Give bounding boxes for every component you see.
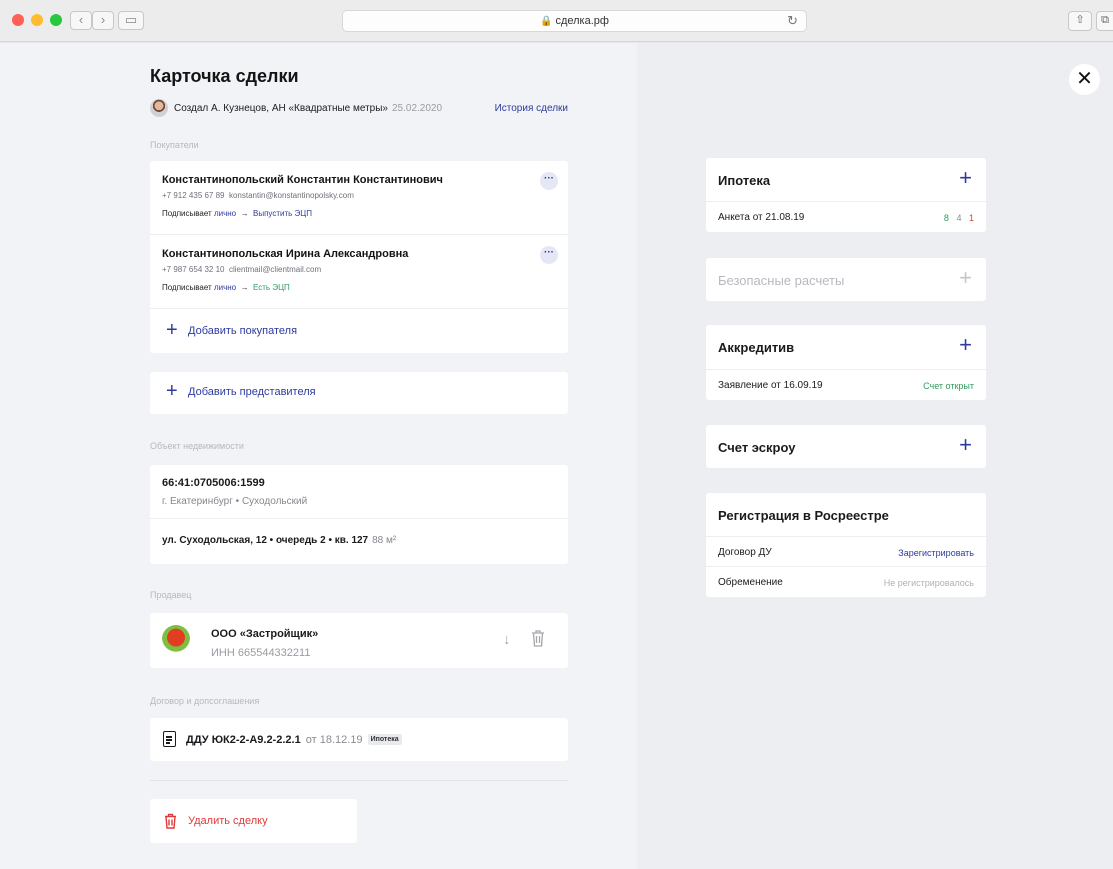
divider: [150, 780, 568, 781]
sidebar-icon[interactable]: ▭: [118, 11, 144, 30]
seller-inn: ИНН 665544332211: [211, 647, 311, 659]
more-options-icon[interactable]: ···: [540, 172, 558, 190]
url-text: сделка.рф: [555, 15, 609, 27]
registration-row-label: Договор ДУ: [718, 547, 772, 558]
share-icon[interactable]: ⇧: [1068, 11, 1092, 31]
seller-name: ООО «Застройщик»: [211, 628, 319, 640]
application-label: Заявление от 16.09.19: [718, 380, 823, 391]
address-bar[interactable]: 🔒 сделка.рф ↻: [342, 10, 807, 32]
arrow-down-icon[interactable]: ↓: [503, 631, 511, 648]
escrow-title: Счет эскроу: [718, 440, 796, 455]
count-pending: 4: [956, 213, 962, 223]
buyer-item: Константинопольская Ирина Александровна …: [150, 235, 568, 309]
zoom-window-dot[interactable]: [50, 14, 62, 26]
add-mortgage-icon[interactable]: +: [959, 166, 972, 190]
close-icon[interactable]: ✕: [1069, 64, 1100, 95]
minimize-window-dot[interactable]: [31, 14, 43, 26]
add-letter-of-credit-icon[interactable]: +: [959, 333, 972, 357]
seller-section-label: Продавец: [150, 590, 192, 600]
registration-status: Не регистрировалось: [883, 578, 974, 588]
arrow-icon: →: [240, 283, 249, 292]
letter-of-credit-title: Аккредитив: [718, 340, 795, 355]
add-escrow-icon[interactable]: +: [959, 433, 972, 457]
property-section-label: Объект недвижимости: [150, 441, 244, 451]
property-city: г. Екатеринбург • Суходольский: [162, 496, 308, 507]
buyer-phone: +7 987 654 32 10: [162, 265, 225, 274]
sign-mode-link[interactable]: лично: [214, 283, 236, 292]
buyer-email: clientmail@clientmail.com: [228, 265, 322, 274]
buyer-phone: +7 912 435 67 89: [162, 191, 225, 200]
registration-row-label: Обременение: [718, 577, 783, 588]
property-address: ул. Суходольская, 12 • очередь 2 • кв. 1…: [162, 535, 369, 546]
letter-of-credit-card[interactable]: Аккредитив + Заявление от 16.09.19 Счет …: [706, 325, 986, 400]
created-date: 25.02.2020: [392, 103, 443, 114]
add-buyer-label: Добавить покупателя: [188, 325, 298, 337]
divider: [150, 518, 568, 519]
count-rejected: 1: [968, 213, 974, 223]
buyer-name: Константинопольская Ирина Александровна: [162, 248, 409, 260]
sign-prefix: Подписывает: [162, 209, 212, 218]
mortgage-card[interactable]: Ипотека + Анкета от 21.08.19 8 4 1: [706, 158, 986, 232]
issue-signature-link[interactable]: Выпустить ЭЦП: [253, 209, 312, 218]
safe-payments-title: Безопасные расчеты: [718, 273, 845, 288]
seller-card[interactable]: ООО «Застройщик» ИНН 665544332211 ↓: [150, 613, 568, 668]
safe-payments-card[interactable]: Безопасные расчеты +: [706, 258, 986, 301]
avatar: [150, 99, 168, 117]
account-status: Счет открыт: [923, 381, 974, 391]
plus-icon: +: [166, 319, 178, 341]
contract-tag: Ипотека: [367, 734, 402, 745]
buyer-item: Константинопольский Константин Константи…: [150, 161, 568, 235]
deal-history-link[interactable]: История сделки: [495, 103, 568, 114]
registration-row: Обременение Не регистрировалось: [706, 566, 986, 596]
close-window-dot[interactable]: [12, 14, 24, 26]
mortgage-form-label: Анкета от 21.08.19: [718, 212, 805, 223]
escrow-card[interactable]: Счет эскроу +: [706, 425, 986, 468]
registration-card: Регистрация в Росреестре Договор ДУ Заре…: [706, 493, 986, 597]
contract-section-label: Договор и допсоглашения: [150, 696, 260, 706]
add-representative-label: Добавить представителя: [188, 386, 316, 398]
delete-deal-button[interactable]: Удалить сделку: [150, 799, 357, 843]
tabs-icon[interactable]: ⧉: [1096, 11, 1113, 31]
trash-icon: [165, 813, 176, 829]
delete-deal-label: Удалить сделку: [188, 815, 268, 827]
buyers-card: Константинопольский Константин Константи…: [150, 161, 568, 353]
contract-card[interactable]: ДДУ ЮК2-2-А9.2-2.2.1 от 18.12.19 Ипотека: [150, 718, 568, 761]
back-icon[interactable]: ‹: [70, 11, 92, 30]
page-title: Карточка сделки: [150, 66, 299, 86]
plus-icon: +: [166, 380, 178, 402]
add-buyer-button[interactable]: + Добавить покупателя: [150, 311, 568, 353]
created-by: Создал А. Кузнецов, АН «Квадратные метры…: [174, 103, 388, 114]
arrow-icon: →: [240, 209, 249, 218]
deal-meta: Создал А. Кузнецов, АН «Квадратные метры…: [150, 99, 568, 119]
seller-logo: [162, 625, 190, 653]
buyer-name: Константинопольский Константин Константи…: [162, 174, 443, 186]
forward-icon[interactable]: ›: [92, 11, 114, 30]
trash-icon[interactable]: [531, 629, 545, 647]
mortgage-title: Ипотека: [718, 173, 771, 188]
mortgage-row[interactable]: Анкета от 21.08.19 8 4 1: [706, 201, 986, 231]
more-options-icon[interactable]: ···: [540, 246, 558, 264]
reload-icon[interactable]: ↻: [787, 13, 798, 29]
sign-mode-link[interactable]: лично: [214, 209, 236, 218]
sign-prefix: Подписывает: [162, 283, 212, 292]
registration-row[interactable]: Договор ДУ Зарегистрировать: [706, 536, 986, 566]
contract-date: от 18.12.19: [305, 734, 363, 746]
add-representative-button[interactable]: + Добавить представителя: [150, 372, 568, 414]
property-area: 88 м²: [372, 535, 397, 546]
letter-of-credit-row[interactable]: Заявление от 16.09.19 Счет открыт: [706, 369, 986, 399]
registration-title: Регистрация в Росреестре: [718, 508, 889, 523]
property-card[interactable]: 66:41:0705006:1599 г. Екатеринбург • Сух…: [150, 465, 568, 564]
cadastral-number: 66:41:0705006:1599: [162, 477, 265, 489]
lock-icon: 🔒: [540, 16, 553, 27]
browser-toolbar: ‹ › ▭ 🔒 сделка.рф ↻ ⇧ ⧉: [0, 0, 1113, 42]
register-link[interactable]: Зарегистрировать: [898, 548, 974, 558]
count-approved: 8: [943, 213, 949, 223]
buyers-section-label: Покупатели: [150, 140, 199, 150]
add-safe-payments-icon[interactable]: +: [959, 266, 972, 290]
signature-status: Есть ЭЦП: [253, 283, 290, 292]
buyer-email: konstantin@konstantinopolsky.com: [228, 191, 354, 200]
document-icon: [163, 731, 176, 747]
contract-name: ДДУ ЮК2-2-А9.2-2.2.1: [186, 734, 301, 746]
